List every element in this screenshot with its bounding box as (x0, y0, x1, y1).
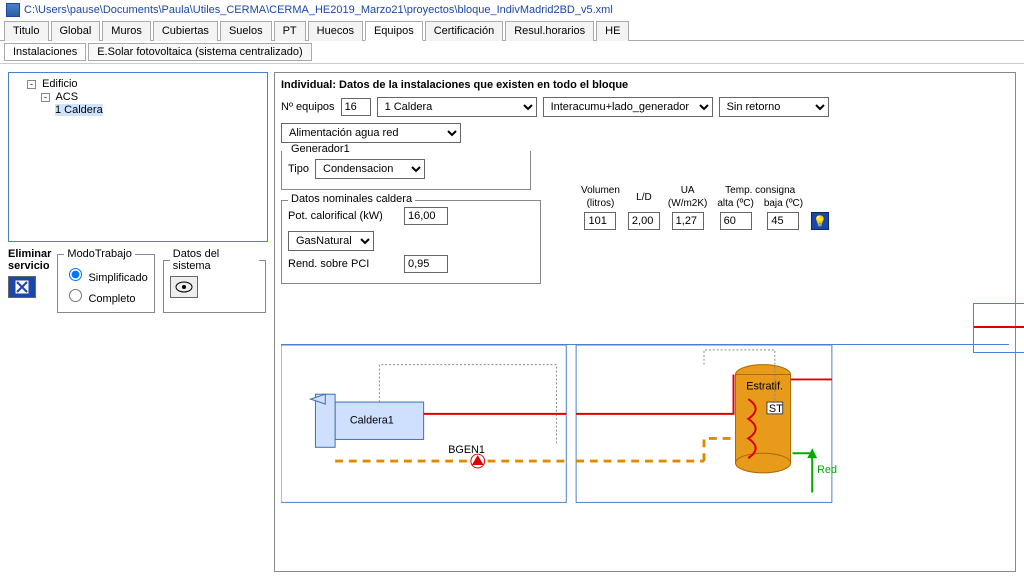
ld-input[interactable] (628, 212, 660, 230)
tab-suelos[interactable]: Suelos (220, 21, 272, 41)
nequipos-label: Nº equipos (281, 101, 335, 113)
tab-certificacion[interactable]: Certificación (425, 21, 504, 41)
tab-titulo[interactable]: Titulo (4, 21, 49, 41)
tab-equipos[interactable]: Equipos (365, 21, 423, 41)
detail-panel: Individual: Datos de la instalaciones qu… (274, 72, 1016, 572)
bgen-label: BGEN1 (448, 444, 485, 456)
main-tabstrip: Titulo Global Muros Cubiertas Suelos PT … (0, 20, 1024, 41)
potencia-input[interactable] (404, 207, 448, 225)
datos-sistema-group: Datos del sistema (163, 248, 266, 313)
eye-icon (175, 281, 193, 293)
subtab-fotovoltaica[interactable]: E.Solar fotovoltaica (sistema centraliza… (88, 43, 311, 61)
nequipos-input[interactable] (341, 98, 371, 116)
estratif-label: Estratif. (746, 380, 783, 392)
caldera-select[interactable]: 1 Caldera (377, 97, 537, 117)
window-title: C:\Users\pause\Documents\Paula\Utiles_CE… (24, 4, 613, 16)
sub-tabstrip: Instalaciones E.Solar fotovoltaica (sist… (0, 41, 1024, 64)
eliminar-label: Eliminar (8, 248, 51, 260)
ver-datos-button[interactable] (170, 276, 198, 298)
tipo-select[interactable]: Condensacion (315, 159, 425, 179)
panel-heading: Individual: Datos de la instalaciones qu… (281, 79, 1009, 91)
tab-cubiertas[interactable]: Cubiertas (153, 21, 218, 41)
collapse-icon[interactable]: - (41, 93, 50, 102)
acs-output-panel: ׀׀׀׀ ACS (973, 303, 1024, 353)
acs-arrow-icon (974, 326, 1024, 328)
generador1-group: Tipo Condensacion (281, 151, 531, 190)
retorno-select[interactable]: Sin retorno (719, 97, 829, 117)
app-icon (6, 3, 20, 17)
st-label: ST (769, 403, 783, 415)
tree-panel: - Edificio - ACS 1 Caldera (8, 72, 268, 242)
servicio-label: servicio (8, 260, 51, 272)
tab-global[interactable]: Global (51, 21, 101, 41)
tree-root[interactable]: - Edificio - ACS 1 Caldera (27, 77, 263, 119)
modotrabajo-legend: ModoTrabajo (64, 248, 134, 260)
schematic-diagram: Caldera1 BGEN1 (281, 344, 1009, 514)
caldera-label: Caldera1 (350, 415, 394, 427)
tab-resulhorarios[interactable]: Resul.horarios (505, 21, 594, 41)
tab-pt[interactable]: PT (274, 21, 306, 41)
tipo-label: Tipo (288, 163, 309, 175)
temp-alta-input[interactable] (720, 212, 752, 230)
delete-icon (15, 280, 29, 294)
rendimiento-input[interactable] (404, 255, 448, 273)
hint-button[interactable]: 💡 (811, 212, 829, 230)
temp-baja-input[interactable] (767, 212, 799, 230)
diagram-svg: Caldera1 BGEN1 (281, 345, 1009, 512)
collapse-icon[interactable]: - (27, 80, 36, 89)
tree-node-acs[interactable]: - ACS 1 Caldera (41, 90, 263, 118)
modotrabajo-group: ModoTrabajo Simplificado Completo (57, 248, 154, 313)
tree-leaf-caldera[interactable]: 1 Caldera (55, 103, 263, 117)
bulb-icon: 💡 (813, 215, 827, 228)
esquema-select[interactable]: Interacumu+lado_generador (543, 97, 713, 117)
tab-he[interactable]: HE (596, 21, 629, 41)
alimentacion-select[interactable]: Alimentación agua red (281, 123, 461, 143)
radio-simplificado[interactable]: Simplificado (64, 264, 147, 285)
rendimiento-label: Rend. sobre PCI (288, 258, 398, 270)
datos-sistema-legend: Datos del sistema (170, 248, 259, 272)
window-titlebar: C:\Users\pause\Documents\Paula\Utiles_CE… (0, 0, 1024, 20)
eliminar-servicio-button[interactable] (8, 276, 36, 298)
potencia-label: Pot. calorifical (kW) (288, 210, 398, 222)
combustible-select[interactable]: GasNatural (288, 231, 374, 251)
radio-completo[interactable]: Completo (64, 285, 147, 306)
ua-input[interactable] (672, 212, 704, 230)
red-label: Red (817, 464, 837, 476)
subtab-instalaciones[interactable]: Instalaciones (4, 43, 86, 61)
tab-muros[interactable]: Muros (102, 21, 151, 41)
tab-huecos[interactable]: Huecos (308, 21, 363, 41)
volumen-input[interactable] (584, 212, 616, 230)
datos-nominales-group: Pot. calorifical (kW) GasNatural Rend. s… (281, 200, 541, 284)
params-table: Volumen L/D UA Temp. consigna (litros) (… (575, 183, 833, 233)
